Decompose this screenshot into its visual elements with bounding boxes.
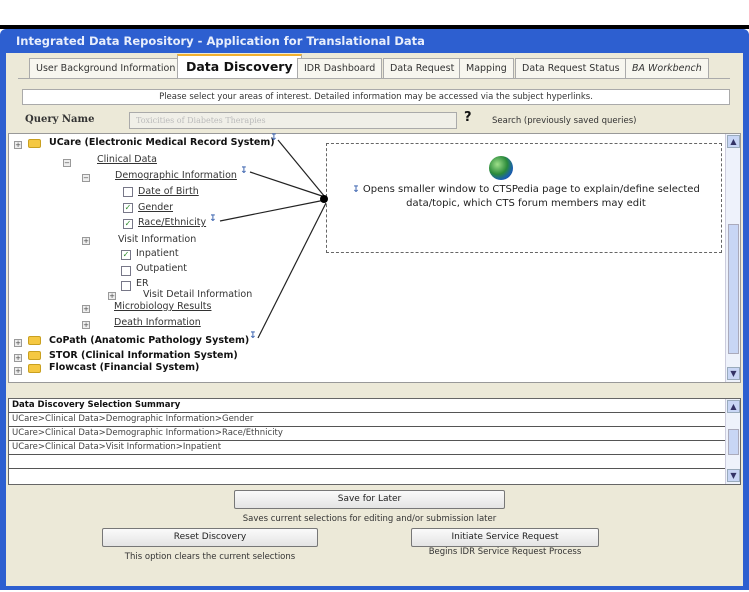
initiate-caption: Begins IDR Service Request Process xyxy=(428,547,582,557)
connector-line xyxy=(249,171,326,198)
summary-header: Data Discovery Selection Summary xyxy=(9,399,725,413)
summary-row: UCare>Clinical Data>Demographic Informat… xyxy=(9,413,725,427)
summary-row: UCare>Clinical Data>Demographic Informat… xyxy=(9,427,725,441)
scroll-thumb[interactable] xyxy=(728,429,739,455)
connector-line xyxy=(219,199,326,222)
selection-summary: Data Discovery Selection Summary UCare>C… xyxy=(8,398,741,485)
reset-discovery-button[interactable]: Reset Discovery xyxy=(102,528,318,547)
scroll-up-icon[interactable]: ▲ xyxy=(727,400,740,413)
initiate-service-request-button[interactable]: Initiate Service Request xyxy=(411,528,599,547)
connector-line xyxy=(277,139,326,198)
scroll-down-icon[interactable]: ▼ xyxy=(727,469,740,482)
connector-line xyxy=(257,202,327,339)
summary-row xyxy=(9,469,725,483)
summary-scrollbar[interactable]: ▲ ▼ xyxy=(725,399,740,484)
connector-hub xyxy=(320,195,328,203)
summary-row xyxy=(9,455,725,469)
save-for-later-button[interactable]: Save for Later xyxy=(234,490,505,509)
reset-caption: This option clears the current selection… xyxy=(124,552,296,562)
save-caption: Saves current selections for editing and… xyxy=(242,514,497,524)
summary-row: UCare>Clinical Data>Visit Information>In… xyxy=(9,441,725,455)
